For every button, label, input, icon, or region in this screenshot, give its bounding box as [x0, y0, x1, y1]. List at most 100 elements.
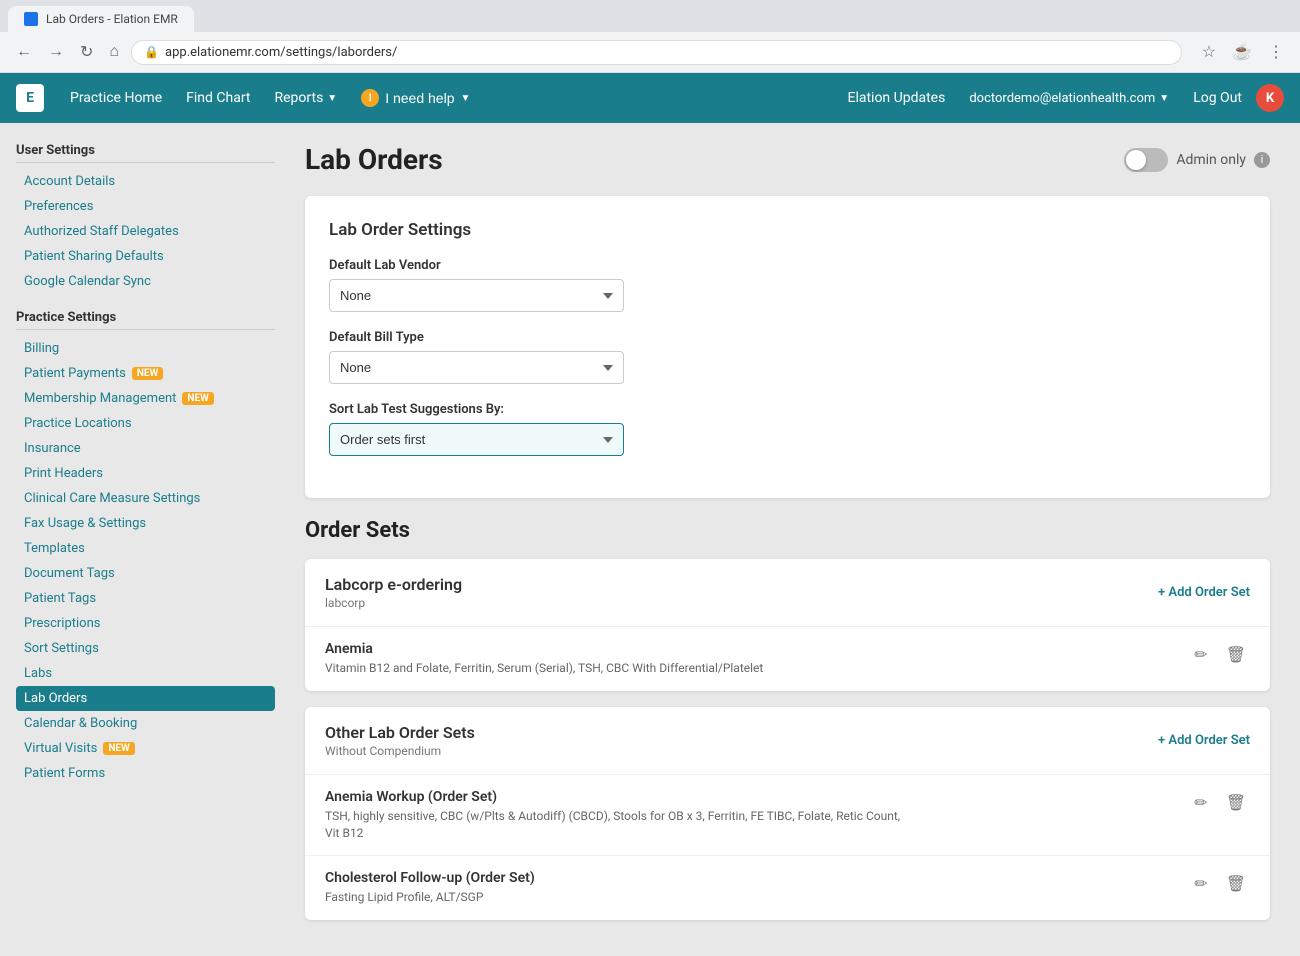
sidebar-item-fax-usage[interactable]: Fax Usage & Settings	[16, 511, 275, 536]
cholesterol-edit-button[interactable]: ✏	[1190, 870, 1211, 898]
cholesterol-delete-button[interactable]: 🗑	[1222, 870, 1250, 898]
browser-actions: ☆ ☕ ⋮	[1198, 38, 1288, 66]
sidebar-item-print-headers[interactable]: Print Headers	[16, 461, 275, 486]
sidebar-item-templates[interactable]: Templates	[16, 536, 275, 561]
default-bill-type-group: Default Bill Type None	[329, 330, 1246, 384]
sidebar: User Settings Account Details Preference…	[0, 123, 275, 956]
practice-settings-title: Practice Settings	[16, 306, 275, 330]
nav-reports[interactable]: Reports ▼	[265, 84, 348, 112]
sidebar-item-billing[interactable]: Billing	[16, 336, 275, 361]
nav-links: Practice Home Find Chart Reports ▼ ! I n…	[60, 83, 480, 113]
sidebar-item-patient-sharing[interactable]: Patient Sharing Defaults	[16, 244, 275, 269]
forward-button[interactable]: →	[44, 39, 68, 65]
anemia-workup-edit-button[interactable]: ✏	[1190, 789, 1211, 817]
address-bar[interactable]: 🔒 app.elationemr.com/settings/laborders/	[131, 40, 1182, 65]
sidebar-item-virtual-visits[interactable]: Virtual Visits NEW	[16, 736, 275, 761]
browser-tab-bar: Lab Orders - Elation EMR	[0, 0, 1300, 32]
nav-find-chart[interactable]: Find Chart	[176, 84, 260, 112]
admin-only-info-icon[interactable]: i	[1254, 152, 1270, 168]
sidebar-item-prescriptions[interactable]: Prescriptions	[16, 611, 275, 636]
sidebar-item-clinical-care[interactable]: Clinical Care Measure Settings	[16, 486, 275, 511]
lab-order-settings-title: Lab Order Settings	[329, 220, 1246, 240]
menu-button[interactable]: ⋮	[1264, 38, 1288, 66]
new-badge-patient-payments: NEW	[132, 367, 163, 380]
anemia-delete-button[interactable]: 🗑	[1222, 641, 1250, 669]
extensions-button[interactable]: ☕	[1228, 38, 1256, 66]
sidebar-item-calendar-booking[interactable]: Calendar & Booking	[16, 711, 275, 736]
sidebar-item-insurance[interactable]: Insurance	[16, 436, 275, 461]
sidebar-item-patient-forms[interactable]: Patient Forms	[16, 761, 275, 786]
home-button[interactable]: ⌂	[105, 39, 123, 65]
main-container: User Settings Account Details Preference…	[0, 123, 1300, 956]
default-bill-type-label: Default Bill Type	[329, 330, 1246, 345]
order-set-item-info: Anemia Vitamin B12 and Folate, Ferritin,…	[325, 641, 763, 677]
cholesterol-info: Cholesterol Follow-up (Order Set) Fastin…	[325, 870, 535, 906]
user-settings-section: User Settings Account Details Preference…	[16, 139, 275, 294]
anemia-name: Anemia	[325, 641, 763, 657]
avatar: K	[1256, 84, 1284, 112]
admin-only-toggle[interactable]	[1124, 148, 1168, 172]
bookmark-button[interactable]: ☆	[1198, 38, 1220, 66]
sidebar-item-account-details[interactable]: Account Details	[16, 169, 275, 194]
sidebar-item-google-cal[interactable]: Google Calendar Sync	[16, 269, 275, 294]
page-title: Lab Orders	[305, 143, 443, 176]
help-button[interactable]: ! I need help ▼	[351, 83, 480, 113]
sidebar-item-preferences[interactable]: Preferences	[16, 194, 275, 219]
sidebar-item-lab-orders[interactable]: Lab Orders	[16, 686, 275, 711]
other-group-name: Other Lab Order Sets	[325, 723, 475, 742]
sort-lab-test-label: Sort Lab Test Suggestions By:	[329, 402, 1246, 417]
lab-order-settings-card: Lab Order Settings Default Lab Vendor No…	[305, 196, 1270, 498]
nav-elation-updates[interactable]: Elation Updates	[837, 84, 955, 112]
reload-button[interactable]: ↻	[76, 38, 97, 66]
browser-tab[interactable]: Lab Orders - Elation EMR	[8, 6, 194, 32]
sidebar-item-patient-payments[interactable]: Patient Payments NEW	[16, 361, 275, 386]
url-text: app.elationemr.com/settings/laborders/	[165, 45, 397, 60]
order-set-header-other: Other Lab Order Sets Without Compendium …	[305, 707, 1270, 775]
order-set-header-labcorp: Labcorp e-ordering labcorp + Add Order S…	[305, 559, 1270, 627]
tab-title: Lab Orders - Elation EMR	[46, 12, 178, 26]
sidebar-item-membership[interactable]: Membership Management NEW	[16, 386, 275, 411]
order-set-header-info: Labcorp e-ordering labcorp	[325, 575, 462, 610]
default-lab-vendor-select[interactable]: None	[329, 279, 624, 312]
content-area: Lab Orders Admin only i Lab Order Settin…	[275, 123, 1300, 956]
default-lab-vendor-label: Default Lab Vendor	[329, 258, 1246, 273]
sidebar-item-labs[interactable]: Labs	[16, 661, 275, 686]
sidebar-item-patient-tags[interactable]: Patient Tags	[16, 586, 275, 611]
back-button[interactable]: ←	[12, 39, 36, 65]
anemia-workup-info: Anemia Workup (Order Set) TSH, highly se…	[325, 789, 905, 842]
other-order-set-header-info: Other Lab Order Sets Without Compendium	[325, 723, 475, 758]
add-order-set-btn-labcorp[interactable]: + Add Order Set	[1158, 585, 1250, 600]
add-order-set-btn-other[interactable]: + Add Order Set	[1158, 733, 1250, 748]
sidebar-item-practice-locations[interactable]: Practice Locations	[16, 411, 275, 436]
labcorp-group-name: Labcorp e-ordering	[325, 575, 462, 594]
cholesterol-name: Cholesterol Follow-up (Order Set)	[325, 870, 535, 886]
default-lab-vendor-group: Default Lab Vendor None	[329, 258, 1246, 312]
anemia-workup-delete-button[interactable]: 🗑	[1222, 789, 1250, 817]
practice-settings-section: Practice Settings Billing Patient Paymen…	[16, 306, 275, 786]
nav-logout[interactable]: Log Out	[1183, 84, 1252, 112]
other-item-anemia-workup: Anemia Workup (Order Set) TSH, highly se…	[305, 775, 1270, 857]
sort-lab-test-select[interactable]: Order sets first	[329, 423, 624, 456]
default-bill-type-select[interactable]: None	[329, 351, 624, 384]
browser-address-bar: ← → ↻ ⌂ 🔒 app.elationemr.com/settings/la…	[0, 32, 1300, 72]
cholesterol-desc: Fasting Lipid Profile, ALT/SGP	[325, 889, 535, 906]
nav-user-email[interactable]: doctordemo@elationhealth.com ▼	[959, 85, 1179, 112]
anemia-edit-button[interactable]: ✏	[1190, 641, 1211, 669]
sidebar-item-sort-settings[interactable]: Sort Settings	[16, 636, 275, 661]
toggle-knob	[1126, 150, 1146, 170]
nav-right: Elation Updates doctordemo@elationhealth…	[837, 84, 1284, 112]
nav-practice-home[interactable]: Practice Home	[60, 84, 172, 112]
app-logo[interactable]: E	[16, 84, 44, 112]
other-item-cholesterol: Cholesterol Follow-up (Order Set) Fastin…	[305, 856, 1270, 920]
help-dropdown-arrow: ▼	[461, 93, 471, 104]
new-badge-virtual-visits: NEW	[103, 742, 134, 755]
sidebar-item-auth-staff[interactable]: Authorized Staff Delegates	[16, 219, 275, 244]
sidebar-item-doc-tags[interactable]: Document Tags	[16, 561, 275, 586]
user-settings-title: User Settings	[16, 139, 275, 163]
lock-icon: 🔒	[144, 45, 159, 59]
cholesterol-actions: ✏ 🗑	[1190, 870, 1250, 898]
app-navbar: E Practice Home Find Chart Reports ▼ ! I…	[0, 73, 1300, 123]
order-set-group-labcorp: Labcorp e-ordering labcorp + Add Order S…	[305, 559, 1270, 691]
anemia-desc: Vitamin B12 and Folate, Ferritin, Serum …	[325, 660, 763, 677]
admin-only-control: Admin only i	[1124, 148, 1270, 172]
